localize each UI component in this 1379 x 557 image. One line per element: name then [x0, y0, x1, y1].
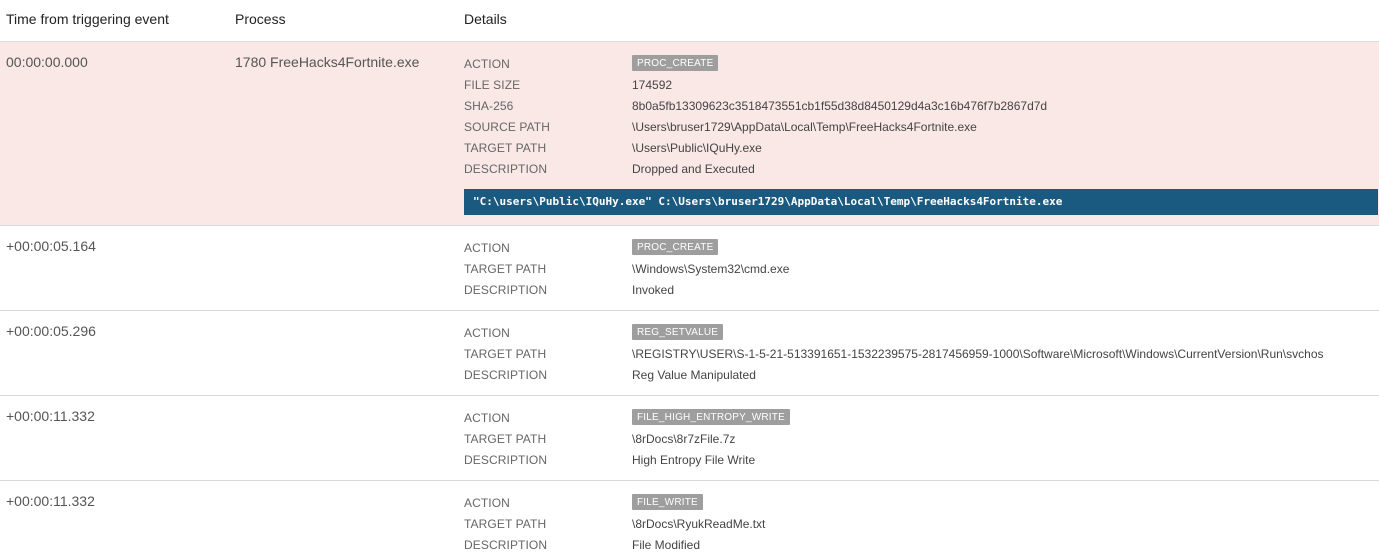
- target-path-value: \8rDocs\RyukReadMe.txt: [632, 517, 766, 531]
- command-line-bar[interactable]: "C:\users\Public\IQuHy.exe" C:\Users\bru…: [464, 189, 1378, 215]
- description-label: DESCRIPTION: [464, 453, 548, 467]
- event-details: ACTION FILE_WRITE TARGET PATH \8rDocs\Ryuk…: [464, 493, 1374, 556]
- event-details: ACTION PROC_CREATE TARGET PATH \Windows\Sy…: [464, 238, 1374, 301]
- sha256-label: SHA-256: [464, 99, 514, 113]
- description-label: DESCRIPTION: [464, 283, 548, 297]
- event-time: +00:00:11.332: [6, 493, 95, 509]
- source-path-label: SOURCE PATH: [464, 120, 550, 134]
- column-header-process[interactable]: Process: [235, 11, 286, 27]
- target-path-value: \8rDocs\8r7zFile.7z: [632, 432, 736, 446]
- event-details: ACTION PROC_CREATE FILE SIZE 174592 SHA-25…: [464, 54, 1378, 215]
- action-badge: REG_SETVALUE: [632, 324, 724, 340]
- source-path-value: \Users\bruser1729\AppData\Local\Temp\Fre…: [632, 120, 977, 134]
- description-value: File Modified: [632, 538, 701, 552]
- column-header-details[interactable]: Details: [464, 11, 507, 27]
- event-details: ACTION FILE_HIGH_ENTROPY_WRITE TARGET PAT…: [464, 408, 1374, 471]
- target-path-value: \REGISTRY\USER\S-1-5-21-513391651-153223…: [632, 347, 1324, 361]
- event-time: 00:00:00.000: [6, 54, 88, 70]
- description-label: DESCRIPTION: [464, 368, 548, 382]
- target-path-value: \Users\Public\IQuHy.exe: [632, 141, 762, 155]
- target-path-label: TARGET PATH: [464, 141, 547, 155]
- table-row[interactable]: +00:00:11.332 ACTION FILE_WRITE TARGET PA…: [0, 481, 1379, 557]
- event-time: +00:00:05.164: [6, 238, 96, 254]
- description-value: Dropped and Executed: [632, 162, 755, 176]
- table-row[interactable]: +00:00:11.332 ACTION FILE_HIGH_ENTROPY_WR…: [0, 396, 1379, 481]
- event-time: +00:00:05.296: [6, 323, 96, 339]
- event-time: +00:00:11.332: [6, 408, 95, 424]
- action-label: ACTION: [464, 57, 510, 71]
- column-header-time[interactable]: Time from triggering event: [6, 11, 169, 27]
- description-value: High Entropy File Write: [632, 453, 756, 467]
- event-timeline-table: Time from triggering event Process Detai…: [0, 0, 1379, 557]
- action-label: ACTION: [464, 241, 510, 255]
- description-label: DESCRIPTION: [464, 538, 548, 552]
- target-path-label: TARGET PATH: [464, 432, 547, 446]
- action-label: ACTION: [464, 411, 510, 425]
- action-badge: PROC_CREATE: [632, 55, 719, 71]
- action-badge: FILE_WRITE: [632, 494, 703, 510]
- description-value: Reg Value Manipulated: [632, 368, 756, 382]
- table-row[interactable]: +00:00:05.296 ACTION REG_SETVALUE TARGET …: [0, 311, 1379, 396]
- table-row[interactable]: +00:00:05.164 ACTION PROC_CREATE TARGET P…: [0, 226, 1379, 311]
- action-badge: FILE_HIGH_ENTROPY_WRITE: [632, 409, 790, 425]
- target-path-label: TARGET PATH: [464, 347, 547, 361]
- table-header: Time from triggering event Process Detai…: [0, 0, 1379, 42]
- action-badge: PROC_CREATE: [632, 239, 719, 255]
- description-value: Invoked: [632, 283, 675, 297]
- file-size-value: 174592: [632, 78, 673, 92]
- description-label: DESCRIPTION: [464, 162, 548, 176]
- action-label: ACTION: [464, 326, 510, 340]
- sha256-value[interactable]: 8b0a5fb13309623c3518473551cb1f55d38d8450…: [632, 99, 1047, 113]
- table-row[interactable]: 00:00:00.000 1780 FreeHacks4Fortnite.exe…: [0, 42, 1379, 226]
- process-name[interactable]: 1780 FreeHacks4Fortnite.exe: [235, 54, 419, 70]
- action-label: ACTION: [464, 496, 510, 510]
- target-path-label: TARGET PATH: [464, 517, 547, 531]
- event-details: ACTION REG_SETVALUE TARGET PATH \REGISTRY\…: [464, 323, 1374, 386]
- target-path-label: TARGET PATH: [464, 262, 547, 276]
- target-path-value: \Windows\System32\cmd.exe: [632, 262, 790, 276]
- file-size-label: FILE SIZE: [464, 78, 521, 92]
